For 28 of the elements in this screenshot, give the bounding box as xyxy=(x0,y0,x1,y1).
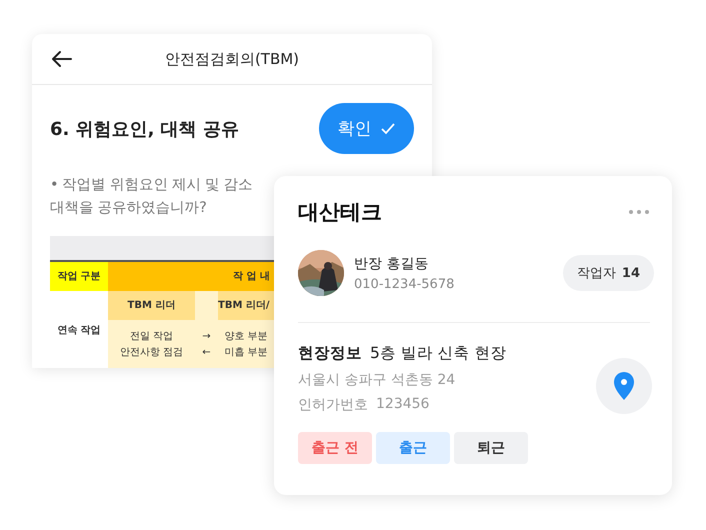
site-name: 5층 빌라 신축 현장 xyxy=(370,343,507,364)
leader-name: 반장 홍길동 xyxy=(354,254,430,272)
status-button[interactable]: 출근 xyxy=(376,432,450,464)
table-cell: 양호 부분 미흡 부분 xyxy=(218,320,274,368)
table-cell: → ← xyxy=(195,320,218,368)
site-label: 현장정보 xyxy=(298,343,362,364)
table-subheader-cell: TBM 리더 xyxy=(108,291,195,320)
table-cell: 전일 작업 안전사항 점검 xyxy=(108,320,195,368)
question-text: 대책을 공유하였습니까? xyxy=(50,199,208,218)
more-icon[interactable] xyxy=(628,209,650,215)
worker-count-badge: 작업자 14 xyxy=(562,255,654,291)
screen-title: 안전점검회의(TBM) xyxy=(164,50,300,68)
permit-label: 인허가번호 xyxy=(298,396,368,414)
map-pin-icon xyxy=(613,370,635,400)
site-address: 서울시 송파구 석촌동 24 xyxy=(298,371,456,389)
status-button[interactable]: 출근 전 xyxy=(298,432,372,464)
table-header-cell: 작업 구분 xyxy=(50,260,108,291)
table-cell xyxy=(195,291,218,320)
permit-number: 123456 xyxy=(376,396,430,414)
confirm-button[interactable]: 확인 xyxy=(319,103,414,154)
check-icon xyxy=(380,122,396,136)
question-text: • 작업별 위험요인 제시 및 감소 xyxy=(50,176,254,195)
section-title: 6. 위험요인, 대책 공유 xyxy=(50,118,239,140)
table-header-cell: 작 업 내 xyxy=(108,260,274,291)
company-name: 대산테크 xyxy=(298,199,382,226)
table-subheader-cell: TBM 리더/ xyxy=(218,291,274,320)
status-button[interactable]: 퇴근 xyxy=(454,432,528,464)
phone-number: 010-1234-5678 xyxy=(354,276,456,292)
